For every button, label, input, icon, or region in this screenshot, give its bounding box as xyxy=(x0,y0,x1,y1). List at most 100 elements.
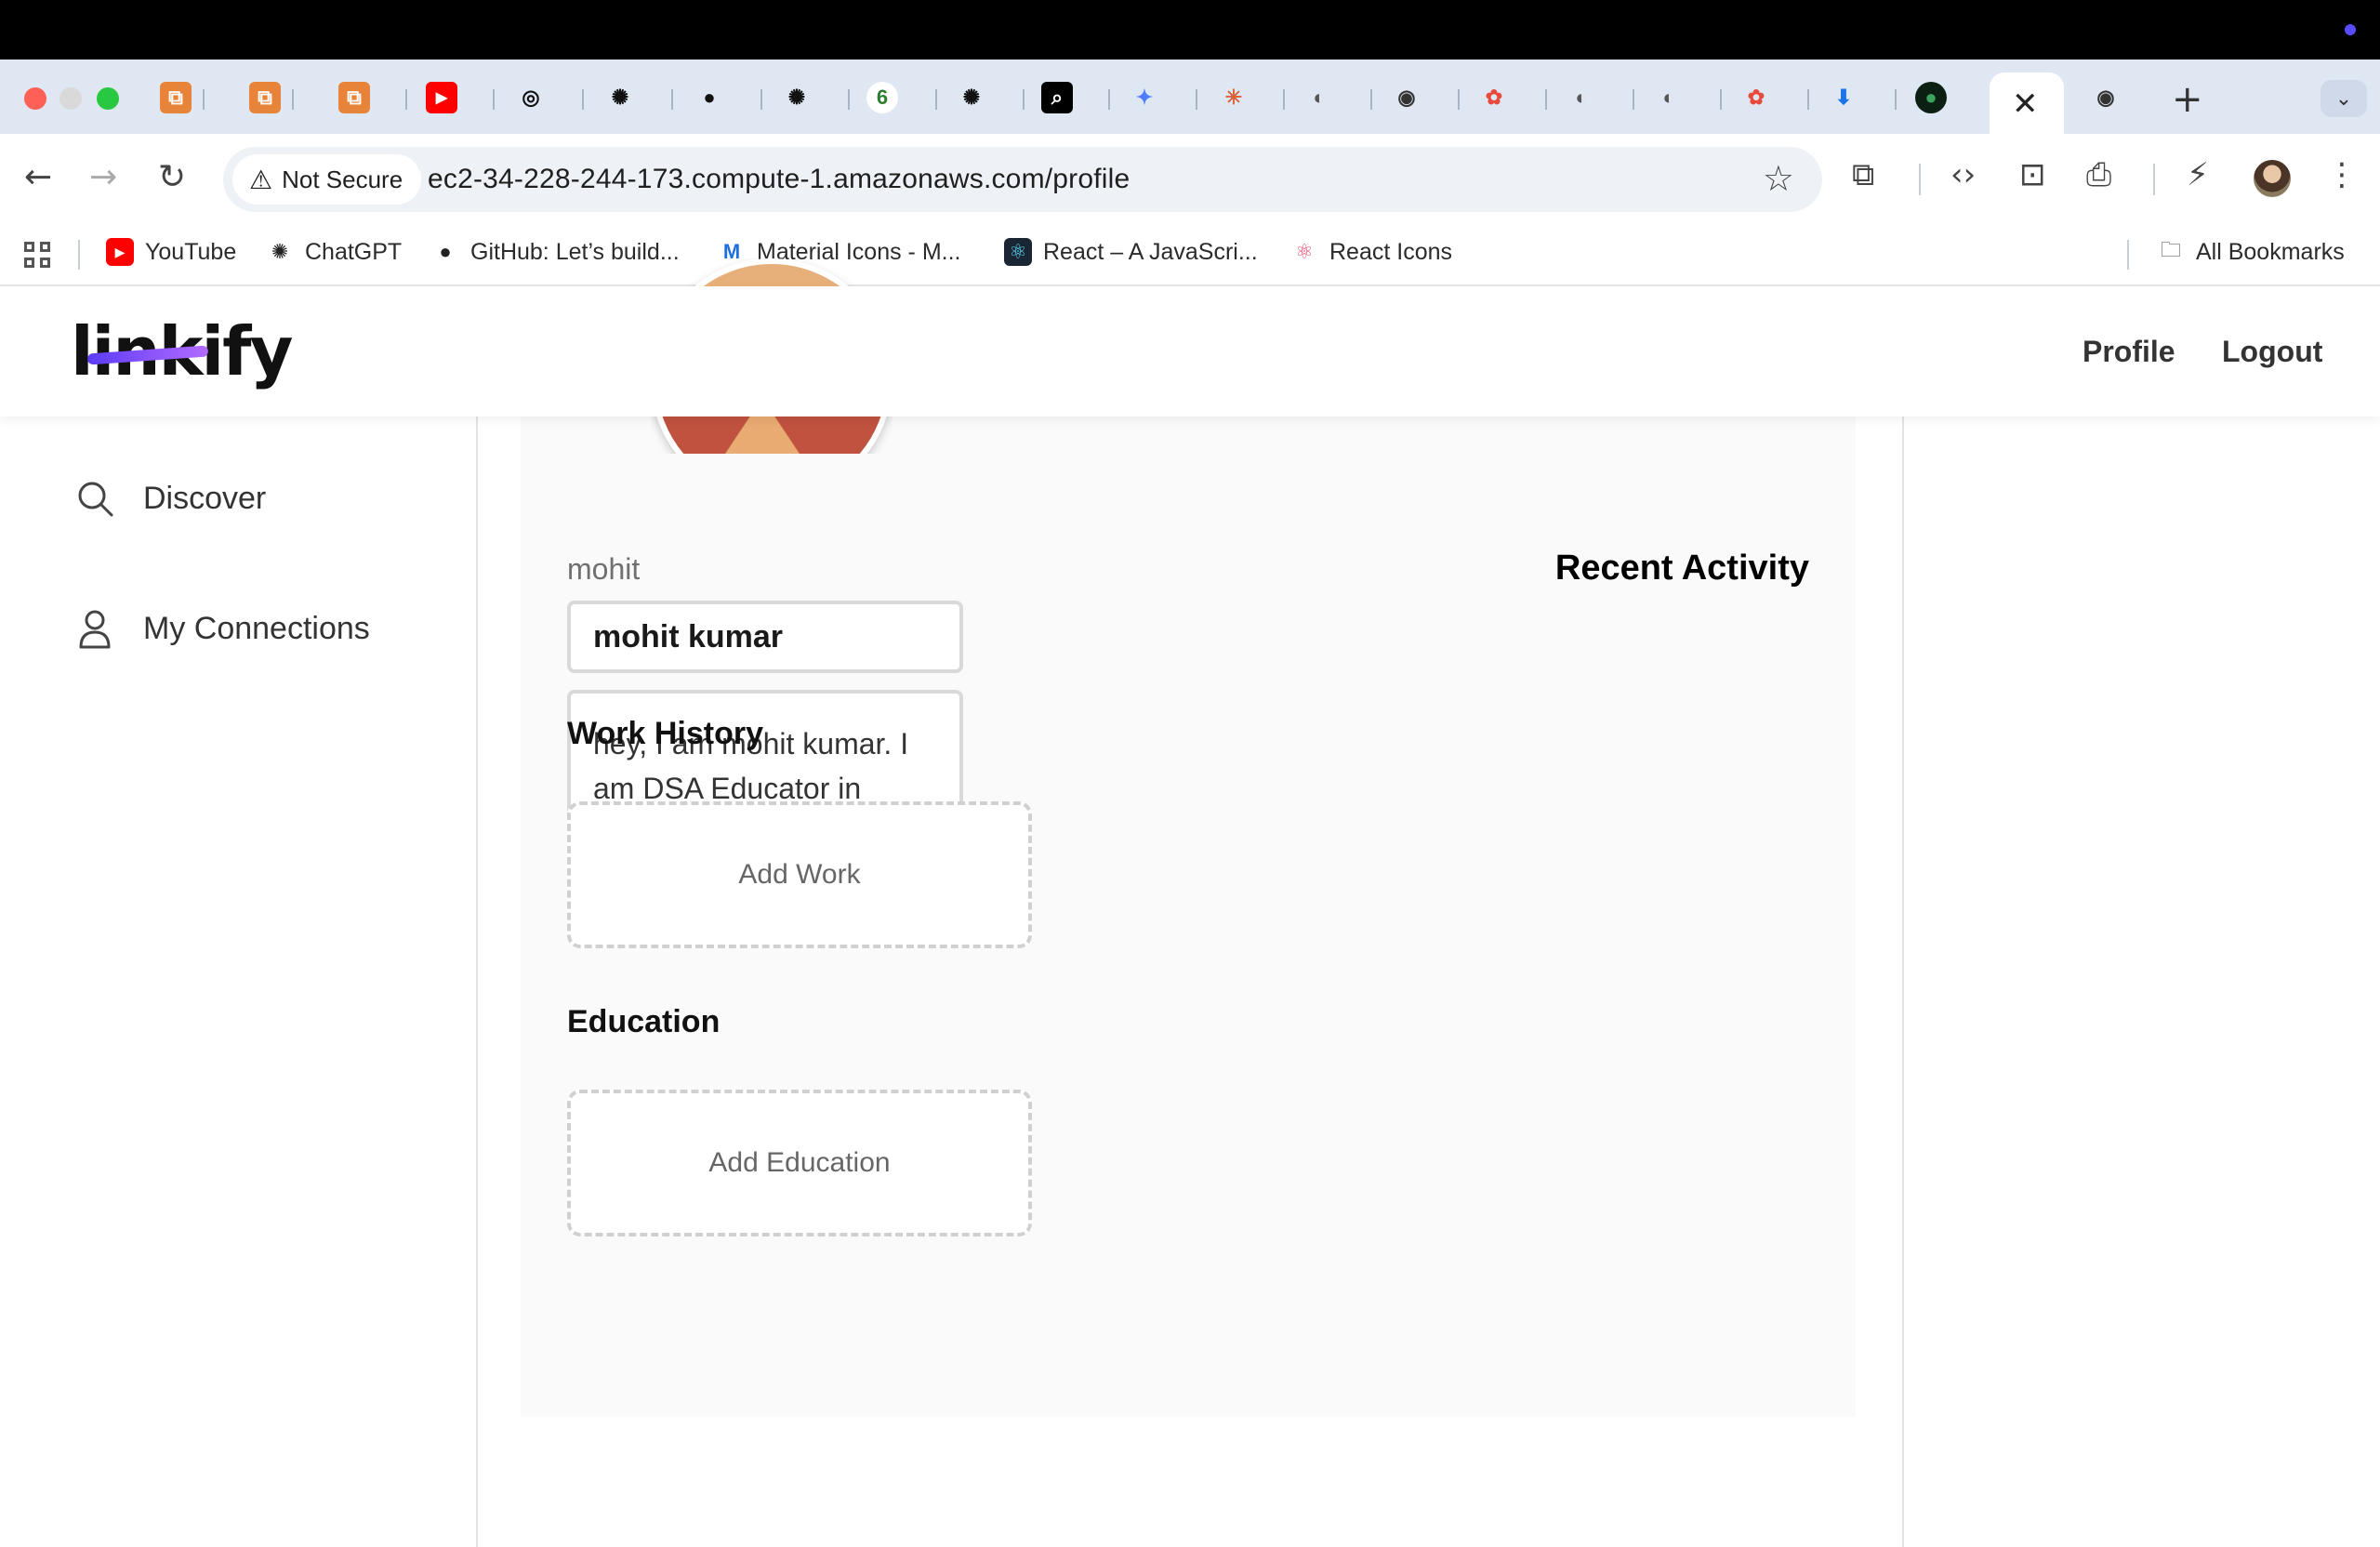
work-history-title: Work History xyxy=(567,716,763,751)
youtube-icon: ▶ xyxy=(106,238,134,266)
chatgpt-tab-icon[interactable]: ✺ xyxy=(781,82,813,113)
globe-tab-icon[interactable]: ◐ xyxy=(1566,82,1597,113)
claude-tab-icon[interactable]: ✳ xyxy=(1218,82,1250,113)
react-icon: ⚛ xyxy=(1004,238,1032,266)
browser-toolbar: ← → ↻ ⚠ Not Secure ec2-34-228-244-173.co… xyxy=(0,134,2380,223)
browser-tab-strip: ⧉ ⧉ ⧉ ▶ ◎ ✺ ● ✺ 6 ✺ ⌕ ✦ ✳ ◐ ◉ ✿ ◐ ◐ ✿ ⬇ … xyxy=(0,60,2380,134)
figma-tab-icon[interactable]: ✿ xyxy=(1740,82,1772,113)
tab-separator xyxy=(935,89,937,110)
tab-separator xyxy=(1895,89,1897,110)
tab-separator xyxy=(1545,89,1547,110)
security-label: Not Secure xyxy=(282,165,403,193)
performance-icon[interactable]: ⚡ xyxy=(2187,156,2209,193)
toolbar-separator xyxy=(2153,164,2155,195)
tab-separator xyxy=(292,89,294,110)
profile-main: mohit mohit kumar hey, I am mohit kumar.… xyxy=(521,258,1856,1417)
profile-avatar[interactable] xyxy=(2254,160,2291,197)
figma-tab-icon[interactable]: ✿ xyxy=(1478,82,1510,113)
new-tab-button[interactable]: + xyxy=(2172,78,2203,121)
mongo-tab-icon[interactable]: 6 xyxy=(866,82,898,113)
apps-grid-icon[interactable] xyxy=(24,242,50,268)
aws-tab-icon[interactable]: ⧉ xyxy=(160,82,192,113)
mongodb-tab-icon[interactable]: ● xyxy=(1915,82,1947,113)
tab-separator xyxy=(760,89,762,110)
warning-icon: ⚠ xyxy=(249,164,273,195)
tab-separator xyxy=(203,89,205,110)
nav-logout-link[interactable]: Logout xyxy=(2222,335,2322,369)
bookmark-youtube[interactable]: ▶ YouTube xyxy=(106,238,236,266)
add-education-button[interactable]: Add Education xyxy=(567,1090,1032,1236)
bookmark-separator xyxy=(2127,240,2129,270)
back-button[interactable]: ← xyxy=(24,158,52,196)
code-icon[interactable]: ‹› xyxy=(1950,156,1976,193)
right-column-divider xyxy=(1902,416,1904,1547)
bookmark-label: React Icons xyxy=(1329,238,1453,265)
chevron-down-icon: ⌄ xyxy=(2334,86,2353,110)
aws-tab-icon[interactable]: ⧉ xyxy=(338,82,370,113)
sidebar-item-my-connections[interactable]: My Connections xyxy=(74,608,370,649)
github-tab-icon[interactable]: ● xyxy=(694,82,725,113)
sidebar-item-label: My Connections xyxy=(143,610,370,646)
bookmark-react[interactable]: ⚛ React – A JavaScri... xyxy=(1004,238,1258,266)
tab-separator xyxy=(1807,89,1809,110)
nav-profile-link[interactable]: Profile xyxy=(2082,335,2175,369)
bookmark-label: YouTube xyxy=(145,238,237,265)
recent-activity-title: Recent Activity xyxy=(1554,549,1809,588)
tab-separator xyxy=(1633,89,1634,110)
bookmark-github[interactable]: ● GitHub: Let’s build... xyxy=(431,238,680,266)
sidebar: Discover My Connections xyxy=(0,416,478,1547)
chrome-tab-icon[interactable]: ◉ xyxy=(2090,82,2122,113)
all-bookmarks-label: All Bookmarks xyxy=(2196,238,2345,265)
linkify-app: linkify Profile Logout Discover My Conne… xyxy=(0,258,2380,1547)
add-work-button[interactable]: Add Work xyxy=(567,801,1032,948)
tab-separator xyxy=(671,89,673,110)
tab-separator xyxy=(1370,89,1372,110)
address-bar[interactable]: ⚠ Not Secure ec2-34-228-244-173.compute-… xyxy=(223,147,1822,212)
aws-tab-icon[interactable]: ⧉ xyxy=(249,82,281,113)
bookmark-separator xyxy=(78,240,80,270)
all-bookmarks-button[interactable]: 🗀 All Bookmarks xyxy=(2157,238,2345,266)
tab-separator xyxy=(1720,89,1722,110)
url-text[interactable]: ec2-34-228-244-173.compute-1.amazonaws.c… xyxy=(428,164,1130,195)
globe-tab-icon[interactable]: ◐ xyxy=(1653,82,1685,113)
folder-icon: 🗀 xyxy=(2160,238,2181,261)
search-tab-icon[interactable]: ⌕ xyxy=(1041,82,1073,113)
menu-icon[interactable]: ⋮ xyxy=(2326,156,2358,193)
chrome-tab-icon[interactable]: ◉ xyxy=(1391,82,1422,113)
youtube-tab-icon[interactable]: ▶ xyxy=(426,82,457,113)
tab-separator xyxy=(493,89,495,110)
reload-button[interactable]: ↻ xyxy=(158,158,186,196)
extensions-icon[interactable]: ⧉ xyxy=(1852,156,1874,193)
download-tab-icon[interactable]: ⬇ xyxy=(1828,82,1859,113)
screenshot-icon[interactable]: ⊡ xyxy=(2019,156,2046,193)
status-dot-icon xyxy=(2345,24,2356,35)
github-copilot-tab-icon[interactable]: ◎ xyxy=(515,82,547,113)
bookmark-label: GitHub: Let’s build... xyxy=(470,238,680,265)
bookmark-react-icons[interactable]: ⚛ React Icons xyxy=(1290,238,1452,266)
user-icon xyxy=(79,610,111,649)
name-field[interactable]: mohit kumar xyxy=(567,601,963,673)
tab-separator xyxy=(1023,89,1025,110)
app-header: linkify Profile Logout xyxy=(0,286,2380,416)
gemini-tab-icon[interactable]: ✦ xyxy=(1129,82,1160,113)
tab-separator xyxy=(1458,89,1460,110)
chatgpt-tab-icon[interactable]: ✺ xyxy=(604,82,636,113)
globe-tab-icon[interactable]: ◐ xyxy=(1303,82,1335,113)
chatgpt-tab-icon[interactable]: ✺ xyxy=(956,82,987,113)
window-close-button[interactable] xyxy=(24,87,46,110)
bookmark-chatgpt[interactable]: ✺ ChatGPT xyxy=(266,238,402,266)
username-label: mohit xyxy=(567,552,641,586)
sidebar-item-discover[interactable]: Discover xyxy=(74,478,266,519)
tab-search-button[interactable]: ⌄ xyxy=(2320,80,2367,117)
bookmark-star-icon[interactable]: ☆ xyxy=(1763,158,1794,199)
os-menu-bar xyxy=(0,0,2380,60)
security-chip[interactable]: ⚠ Not Secure xyxy=(232,154,422,205)
forward-button[interactable]: → xyxy=(89,158,117,196)
close-tab-icon[interactable]: ✕ xyxy=(2012,86,2039,123)
active-tab[interactable]: ✕ xyxy=(1990,73,2064,134)
bookmarks-bar: ▶ YouTube ✺ ChatGPT ● GitHub: Let’s buil… xyxy=(0,223,2380,286)
print-icon[interactable]: ⎙ xyxy=(2086,156,2111,193)
window-minimize-button[interactable] xyxy=(60,87,82,110)
tab-separator xyxy=(405,89,407,110)
window-zoom-button[interactable] xyxy=(97,87,119,110)
